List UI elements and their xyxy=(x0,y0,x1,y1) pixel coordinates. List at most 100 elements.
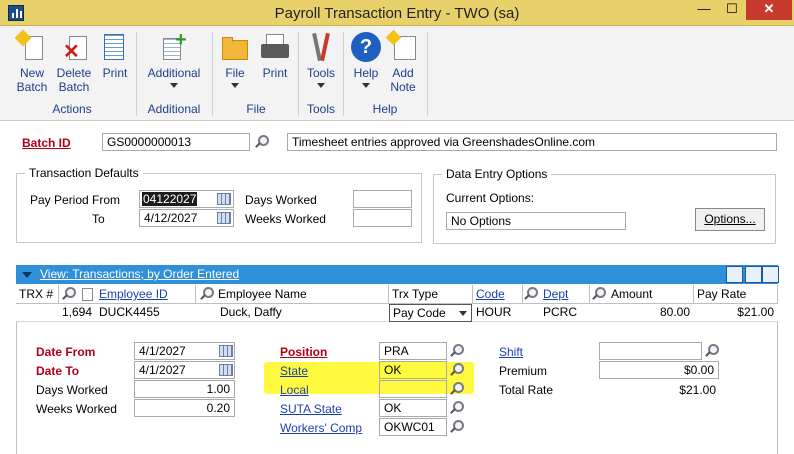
additional-group-label: Additional xyxy=(147,102,201,116)
current-options-value: No Options xyxy=(446,212,626,230)
refresh-icon[interactable] xyxy=(726,266,743,283)
state-link[interactable]: State xyxy=(280,364,308,378)
help-button[interactable]: ? Help xyxy=(350,32,382,88)
lookup-icon[interactable] xyxy=(448,418,466,436)
weeks-worked-label: Weeks Worked xyxy=(36,402,117,416)
ribbon-toolbar: New Batch ✕ Delete Batch Print Actions +… xyxy=(0,26,794,121)
pay-rate-cell[interactable]: $21.00 xyxy=(694,304,774,322)
lookup-icon[interactable] xyxy=(590,285,608,303)
defaults-days-worked-field[interactable] xyxy=(353,190,412,208)
defaults-days-worked-label: Days Worked xyxy=(245,193,317,207)
lookup-icon[interactable] xyxy=(703,342,721,360)
note-icon xyxy=(385,29,418,62)
amount-header: Amount xyxy=(608,285,694,304)
chevron-down-icon xyxy=(231,83,239,88)
dept-header[interactable]: Dept xyxy=(540,285,590,304)
add-note-label: Add Note xyxy=(390,66,416,94)
dept-cell[interactable]: PCRC xyxy=(543,304,593,322)
lookup-icon[interactable] xyxy=(522,285,540,303)
window-title: Payroll Transaction Entry - TWO (sa) xyxy=(274,5,520,22)
new-document-icon xyxy=(14,29,47,62)
collapse-triangle-icon[interactable] xyxy=(22,272,32,278)
print-list-icon xyxy=(100,32,130,62)
file-button[interactable]: File xyxy=(220,32,250,88)
calendar-icon[interactable] xyxy=(217,212,231,224)
days-worked-field[interactable]: 1.00 xyxy=(134,380,235,398)
workers-comp-field[interactable]: OKWC01 xyxy=(379,418,447,436)
suta-state-field[interactable]: OK xyxy=(379,399,447,417)
print-label: Print xyxy=(102,66,128,80)
total-rate-value: $21.00 xyxy=(679,383,716,397)
tools-button[interactable]: Tools xyxy=(304,32,338,88)
trx-type-select[interactable]: Pay Code xyxy=(389,304,472,322)
help-group-label: Help xyxy=(372,102,398,116)
additional-button[interactable]: + Additional xyxy=(144,30,204,88)
tools-label: Tools xyxy=(306,66,335,80)
lookup-icon[interactable] xyxy=(60,285,78,303)
chevron-down-icon xyxy=(317,83,325,88)
delete-batch-label: Delete Batch xyxy=(56,66,92,94)
employee-id-header[interactable]: Employee ID xyxy=(96,285,196,304)
maximize-button[interactable]: ☐ xyxy=(717,0,747,20)
shift-link[interactable]: Shift xyxy=(499,345,523,359)
batch-id-field[interactable]: GS0000000013 xyxy=(102,133,250,151)
employee-name-header: Employee Name xyxy=(215,285,389,304)
amount-cell[interactable]: 80.00 xyxy=(608,304,690,322)
position-link[interactable]: Position xyxy=(280,345,327,359)
calendar-icon[interactable] xyxy=(219,345,233,357)
calendar-icon[interactable] xyxy=(219,364,233,376)
actions-group-label: Actions xyxy=(52,102,92,116)
state-field[interactable]: OK xyxy=(379,361,447,379)
local-link[interactable]: Local xyxy=(280,383,309,397)
lookup-icon[interactable] xyxy=(448,399,466,417)
workers-comp-link[interactable]: Workers' Comp xyxy=(280,421,362,435)
code-header[interactable]: Code xyxy=(473,285,523,304)
printer-icon xyxy=(260,32,290,62)
tools-icon xyxy=(306,32,336,62)
delete-document-icon: ✕ xyxy=(59,32,89,62)
lookup-icon[interactable] xyxy=(448,361,466,379)
to-label: To xyxy=(92,212,105,226)
defaults-weeks-worked-field[interactable] xyxy=(353,209,412,227)
minimize-button[interactable]: — xyxy=(689,0,719,20)
date-to-label: Date To xyxy=(36,364,80,378)
transaction-defaults-caption: Transaction Defaults xyxy=(25,166,143,180)
premium-field[interactable]: $0.00 xyxy=(599,361,719,379)
grid-view-bar: View: Transactions; by Order Entered xyxy=(16,265,779,284)
ribbon-separator xyxy=(212,32,213,116)
batch-id-link[interactable]: Batch ID xyxy=(22,136,71,150)
ribbon-separator xyxy=(136,32,137,116)
weeks-worked-field[interactable]: 0.20 xyxy=(134,399,235,417)
additional-add-icon: + xyxy=(159,30,189,62)
print-batch-button[interactable]: Print xyxy=(100,32,130,80)
local-field[interactable] xyxy=(379,380,447,398)
days-worked-label: Days Worked xyxy=(36,383,108,397)
options-button[interactable]: Options... xyxy=(695,208,765,231)
batch-comment-field[interactable]: Timesheet entries approved via Greenshad… xyxy=(287,133,777,151)
lookup-icon[interactable] xyxy=(448,342,466,360)
calendar-icon[interactable] xyxy=(217,193,231,205)
collapse-up-icon[interactable] xyxy=(762,266,779,283)
lookup-icon[interactable] xyxy=(198,285,216,303)
employee-id-cell[interactable]: DUCK4455 xyxy=(99,304,209,322)
close-button[interactable]: ✕ xyxy=(746,0,792,20)
chevron-down-icon xyxy=(459,311,467,316)
print-button[interactable]: Print xyxy=(258,32,292,80)
new-batch-button[interactable]: New Batch xyxy=(14,29,50,94)
trx-type-header: Trx Type xyxy=(389,285,473,304)
batch-lookup-icon[interactable] xyxy=(253,133,271,151)
delete-batch-button[interactable]: ✕ Delete Batch xyxy=(54,32,94,94)
folder-icon xyxy=(220,32,250,62)
add-note-button[interactable]: Add Note xyxy=(385,29,420,94)
help-icon: ? xyxy=(351,32,381,62)
grid-view-label[interactable]: View: Transactions; by Order Entered xyxy=(40,267,239,281)
shift-field[interactable] xyxy=(599,342,702,360)
tools-group-label: Tools xyxy=(306,102,335,116)
lookup-icon[interactable] xyxy=(448,380,466,398)
position-field[interactable]: PRA xyxy=(379,342,447,360)
code-cell[interactable]: HOUR xyxy=(476,304,526,322)
expand-rows-icon[interactable] xyxy=(745,266,762,283)
pay-period-from-label: Pay Period From xyxy=(30,193,121,207)
document-icon[interactable] xyxy=(82,288,93,301)
suta-state-link[interactable]: SUTA State xyxy=(280,402,342,416)
